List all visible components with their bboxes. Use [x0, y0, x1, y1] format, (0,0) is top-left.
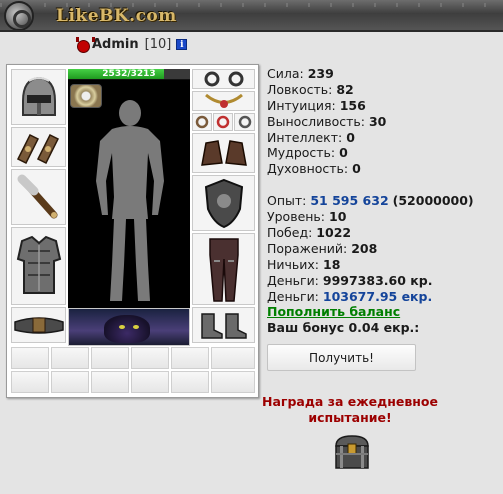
stat-spirituality: Духовность: 0: [267, 161, 361, 177]
stat-agility: Ловкость: 82: [267, 81, 354, 97]
bonus-label: Ваш бонус 0.04 екр.:: [267, 320, 420, 336]
site-header: LikeBK.com: [0, 0, 503, 32]
ring-icon: [195, 115, 209, 129]
bag-cell[interactable]: [171, 347, 209, 369]
info-icon[interactable]: i: [176, 38, 188, 50]
pet-slot[interactable]: [68, 308, 190, 346]
ring-icon: [238, 115, 251, 129]
user-login: Admin: [92, 36, 139, 52]
pet-icon: [104, 315, 150, 343]
pet-eye-left: [119, 325, 125, 329]
boots-icon: [200, 313, 247, 339]
shield-icon: [204, 178, 243, 229]
reward-chest-svg: [335, 435, 369, 469]
belt-icon: [13, 317, 64, 334]
user-line: Admin [10] i: [76, 36, 188, 53]
character-panel: 2532/3213: [6, 64, 259, 398]
stat-intellect: Интеллект: 0: [267, 129, 355, 145]
helmet-icon: [21, 76, 56, 116]
draws-row: Ничьих: 18: [267, 256, 341, 272]
amulet-icon: [204, 93, 243, 108]
get-bonus-button[interactable]: Получить!: [267, 344, 416, 371]
bracers-slot[interactable]: [11, 127, 66, 167]
bag-cell[interactable]: [211, 371, 255, 393]
earrings-icon: [204, 71, 243, 87]
topup-balance-link[interactable]: Пополнить баланс: [267, 304, 400, 319]
leggings-icon: [208, 238, 239, 302]
stats-panel: Сила: 239 Ловкость: 82 Интуиция: 156 Вын…: [267, 66, 499, 336]
armor-icon: [16, 235, 61, 294]
mace-icon: [17, 174, 57, 219]
ring-icon: [216, 115, 230, 129]
bag-cell[interactable]: [131, 347, 169, 369]
bag-cell[interactable]: [91, 347, 129, 369]
ekr-money-row: Деньги: 103677.95 екр.: [267, 288, 433, 304]
hp-bar: 2532/3213: [68, 69, 190, 80]
ring-slot-2[interactable]: [213, 113, 233, 131]
bag-cell[interactable]: [11, 347, 49, 369]
pet-eye-right: [133, 325, 139, 329]
stat-wisdom: Мудрость: 0: [267, 145, 348, 161]
site-emblem-icon[interactable]: [4, 1, 34, 30]
earrings-slot[interactable]: [192, 69, 255, 89]
leggings-slot[interactable]: [192, 233, 255, 305]
losses-row: Поражений: 208: [267, 240, 378, 256]
money-row: Деньги: 9997383.60 кр.: [267, 272, 433, 288]
experience-row: Опыт: 51 595 632 (52000000): [267, 193, 474, 209]
experience-value: 51 595 632: [310, 193, 389, 209]
stat-intuition: Интуиция: 156: [267, 97, 366, 113]
bag-cell[interactable]: [91, 371, 129, 393]
bag-cell[interactable]: [171, 371, 209, 393]
weapon-slot[interactable]: [11, 169, 66, 225]
bag-cell[interactable]: [211, 347, 255, 369]
alignment-icon: [76, 37, 95, 53]
chest-icon[interactable]: [332, 432, 372, 472]
bag-cell[interactable]: [51, 347, 89, 369]
portrait-badge-icon[interactable]: [70, 84, 102, 108]
bag-cell[interactable]: [51, 371, 89, 393]
helmet-slot[interactable]: [11, 69, 66, 125]
level-row: Уровень: 10: [267, 209, 347, 225]
topup-row: Пополнить баланс: [267, 304, 499, 320]
experience-next: (52000000): [392, 193, 474, 209]
stat-strength: Сила: 239: [267, 66, 334, 81]
amulet-slot[interactable]: [192, 91, 255, 111]
stat-endurance: Выносливость: 30: [267, 113, 387, 129]
hp-text: 2532/3213: [102, 69, 156, 79]
ring-slot-1[interactable]: [192, 113, 212, 131]
gloves-icon: [200, 140, 247, 166]
armor-slot[interactable]: [11, 227, 66, 305]
wins-row: Побед: 1022: [267, 225, 352, 241]
boots-slot[interactable]: [192, 307, 255, 343]
shield-slot[interactable]: [192, 175, 255, 231]
site-logo[interactable]: LikeBK.com: [56, 6, 177, 26]
bracers-icon: [16, 133, 59, 165]
bag-cell[interactable]: [131, 371, 169, 393]
daily-reward-title: Награда за ежедневное испытание!: [262, 394, 438, 425]
gloves-slot[interactable]: [192, 133, 255, 173]
user-level: [10]: [144, 36, 172, 52]
belt-slot[interactable]: [11, 307, 66, 343]
bag-cell[interactable]: [11, 371, 49, 393]
ring-slot-3[interactable]: [234, 113, 255, 131]
